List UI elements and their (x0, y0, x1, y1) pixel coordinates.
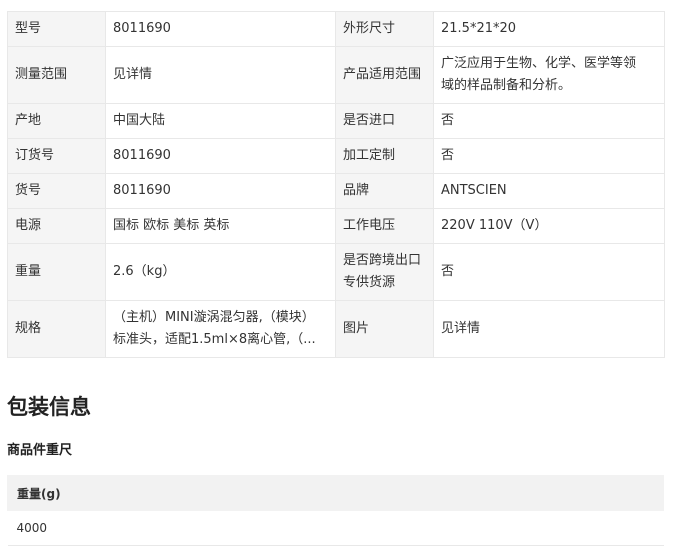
spec-key-crossborder-line1: 是否跨境出口 (343, 253, 422, 268)
spec-row: 货号 8011690 品牌 ANTSCIEN (7, 173, 665, 209)
spec-key-order: 订货号 (7, 138, 106, 174)
spec-row: 电源 国标 欧标 美标 英标 工作电压 220V 110V（V） (7, 208, 665, 244)
spec-value-origin: 中国大陆 (105, 103, 336, 139)
spec-key-custom: 加工定制 (335, 138, 434, 174)
spec-value-crossborder: 否 (433, 243, 665, 301)
spec-key-scope: 产品适用范围 (335, 46, 434, 104)
spec-key-model: 型号 (7, 11, 106, 47)
spec-key-image: 图片 (335, 300, 434, 358)
spec-value-custom: 否 (433, 138, 665, 174)
spec-value-scope-line1: 广泛应用于生物、化学、医学等领 (441, 56, 637, 71)
packaging-subtitle: 商品件重尺 (7, 443, 73, 458)
spec-value-spec: （主机）MINI漩涡混匀器,（模块） 标准头，适配1.5ml×8离心管,（... (105, 300, 336, 358)
spec-value-image: 见详情 (433, 300, 665, 358)
spec-table: 型号 8011690 外形尺寸 21.5*21*20 测量范围 见详情 产品适用… (7, 11, 665, 358)
spec-row: 订货号 8011690 加工定制 否 (7, 138, 665, 174)
spec-key-crossborder: 是否跨境出口 专供货源 (335, 243, 434, 301)
spec-value-import: 否 (433, 103, 665, 139)
spec-key-import: 是否进口 (335, 103, 434, 139)
spec-row: 规格 （主机）MINI漩涡混匀器,（模块） 标准头，适配1.5ml×8离心管,（… (7, 300, 665, 358)
spec-row: 产地 中国大陆 是否进口 否 (7, 103, 665, 139)
table-row: 4000 (7, 510, 664, 546)
spec-key-spec: 规格 (7, 300, 106, 358)
packaging-header-row: 重量(g) (7, 475, 664, 511)
spec-value-order: 8011690 (105, 138, 336, 174)
packaging-title: 包装信息 (7, 395, 91, 419)
spec-value-voltage: 220V 110V（V） (433, 208, 665, 244)
spec-value-range: 见详情 (105, 46, 336, 104)
spec-value-model: 8011690 (105, 11, 336, 47)
spec-key-origin: 产地 (7, 103, 106, 139)
spec-key-size: 外形尺寸 (335, 11, 434, 47)
spec-value-scope-line2: 域的样品制备和分析。 (441, 78, 572, 93)
spec-value-power: 国标 欧标 美标 英标 (105, 208, 336, 244)
spec-value-spec-line1: （主机）MINI漩涡混匀器,（模块） (113, 310, 315, 325)
spec-key-weight: 重量 (7, 243, 106, 301)
spec-key-range: 测量范围 (7, 46, 106, 104)
packaging-weight-value: 4000 (7, 510, 664, 546)
spec-value-size: 21.5*21*20 (433, 11, 665, 47)
spec-value-brand: ANTSCIEN (433, 173, 665, 209)
spec-value-spec-line2: 标准头，适配1.5ml×8离心管,（... (113, 332, 316, 347)
spec-key-crossborder-line2: 专供货源 (343, 275, 396, 290)
spec-value-weight: 2.6（kg） (105, 243, 336, 301)
spec-key-power: 电源 (7, 208, 106, 244)
packaging-table: 重量(g) 4000 (7, 475, 664, 546)
spec-key-item: 货号 (7, 173, 106, 209)
spec-value-item: 8011690 (105, 173, 336, 209)
spec-row: 重量 2.6（kg） 是否跨境出口 专供货源 否 (7, 243, 665, 301)
spec-value-scope: 广泛应用于生物、化学、医学等领 域的样品制备和分析。 (433, 46, 665, 104)
spec-key-voltage: 工作电压 (335, 208, 434, 244)
packaging-header-weight: 重量(g) (7, 475, 664, 511)
spec-row: 型号 8011690 外形尺寸 21.5*21*20 (7, 11, 665, 47)
spec-key-brand: 品牌 (335, 173, 434, 209)
spec-row: 测量范围 见详情 产品适用范围 广泛应用于生物、化学、医学等领 域的样品制备和分… (7, 46, 665, 104)
